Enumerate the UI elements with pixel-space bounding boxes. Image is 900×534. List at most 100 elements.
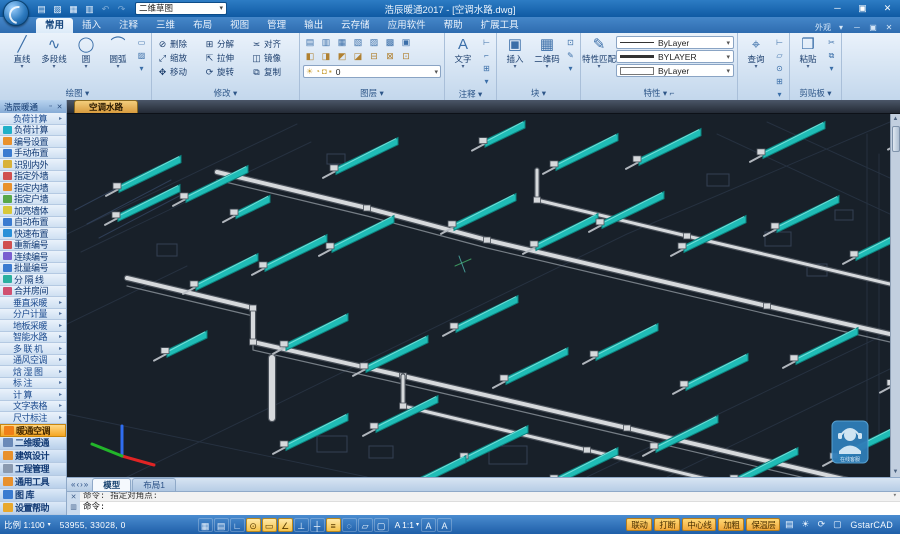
layer-on-icon[interactable]: ◩ <box>335 50 349 63</box>
restore-button[interactable]: ▣ <box>850 1 875 16</box>
paste-special-icon[interactable]: ▾ <box>825 63 838 75</box>
command-expand-icon[interactable]: ▾ <box>893 492 900 501</box>
sync-tray-icon[interactable]: ⟳ <box>814 519 828 530</box>
scrollbar-thumb[interactable] <box>892 126 900 152</box>
ribbon-tab-云存储[interactable]: 云存储 <box>332 18 379 33</box>
paste-icon[interactable]: ❒粘贴▾ <box>793 34 823 70</box>
feature-toggle-加粗[interactable]: 加粗 <box>718 518 744 531</box>
dyn-input-toggle[interactable]: ┼ <box>310 518 325 532</box>
command-input-line[interactable]: 命令: <box>80 501 900 515</box>
area-icon[interactable]: ▱ <box>773 50 786 62</box>
document-tab[interactable]: 空调水路 <box>74 100 138 113</box>
new-file-icon[interactable]: ▤ <box>34 2 49 16</box>
save-icon[interactable]: ▦ <box>66 2 81 16</box>
chevron-down-icon[interactable]: ▾ <box>835 23 847 32</box>
ribbon-tab-输出[interactable]: 输出 <box>295 18 332 33</box>
scroll-up-icon[interactable]: ▲ <box>893 114 899 124</box>
first-tab-icon[interactable]: « <box>71 480 75 489</box>
layer-properties-icon[interactable]: ▤ <box>303 36 317 49</box>
attach-icon[interactable]: ▾ <box>564 63 577 75</box>
fullscreen-tray-icon[interactable]: ▢ <box>830 519 844 530</box>
scale-icon[interactable]: ⤢缩放 <box>155 51 202 65</box>
doc-minimize-icon[interactable]: ─ <box>851 23 863 32</box>
chevron-down-icon[interactable]: ▾ <box>48 521 51 528</box>
layout-tab-布局1[interactable]: 布局1 <box>132 478 176 491</box>
ducs-toggle[interactable]: ⊥ <box>294 518 309 532</box>
last-tab-icon[interactable]: » <box>84 480 88 489</box>
bulb-tray-icon[interactable]: ☀ <box>798 519 812 530</box>
id-point-icon[interactable]: ⊙ <box>773 63 786 75</box>
panel-label-块[interactable]: 块 ▾ <box>500 87 577 100</box>
sidebar-item-建筑设计[interactable]: 建筑设计 <box>0 450 66 463</box>
panel-label-图层[interactable]: 图层 ▾ <box>303 87 441 100</box>
dimension-icon[interactable]: ⊢ <box>480 37 493 49</box>
panel-label-修改[interactable]: 修改 ▾ <box>155 87 296 100</box>
ribbon-tab-注释[interactable]: 注释 <box>110 18 147 33</box>
hatch-icon[interactable]: ▨ <box>135 50 148 62</box>
distance-icon[interactable]: ⊢ <box>773 37 786 49</box>
keyboard-icon[interactable]: ▥ <box>70 503 77 511</box>
appearance-menu[interactable]: 外观 <box>815 22 831 33</box>
edit-block-icon[interactable]: ✎ <box>564 50 577 62</box>
feature-toggle-保温层[interactable]: 保温层 <box>746 518 780 531</box>
layer-match-icon[interactable]: ▣ <box>399 36 413 49</box>
ribbon-tab-插入[interactable]: 插入 <box>73 18 110 33</box>
layer-walk-icon[interactable]: ◧ <box>303 50 317 63</box>
explode-icon[interactable]: ⊞分解 <box>202 37 249 51</box>
table-icon[interactable]: ⊞ <box>480 63 493 75</box>
snap-toggle[interactable]: ▦ <box>198 518 213 532</box>
lineweight-toggle[interactable]: ≡ <box>326 518 341 532</box>
undo-icon[interactable]: ↶ <box>98 2 113 16</box>
rectangle-icon[interactable]: ▭ <box>135 37 148 49</box>
ribbon-tab-应用软件[interactable]: 应用软件 <box>379 18 435 33</box>
command-lines[interactable]: 命令: 指定对角点: 命令: 指定对角点: ▾ 命令: <box>80 492 900 515</box>
next-tab-icon[interactable]: › <box>80 480 83 489</box>
doc-close-icon[interactable]: ✕ <box>883 23 895 32</box>
text-icon[interactable]: A文字▾ <box>448 34 478 70</box>
rotate-icon[interactable]: ⟳旋转 <box>202 65 249 79</box>
panel-label-绘图[interactable]: 绘图 ▾ <box>7 87 148 100</box>
layer-select[interactable]: ☀◔◘▪0▾ <box>303 65 441 78</box>
more-annotate-icon[interactable]: ▾ <box>480 76 493 88</box>
layer-copy-icon[interactable]: ⊡ <box>399 50 413 63</box>
polar-toggle[interactable]: ⊙ <box>246 518 261 532</box>
erase-icon[interactable]: ⊘删除 <box>155 37 202 51</box>
arc-icon[interactable]: ⌒圆弧▾ <box>103 34 133 70</box>
grid-toggle[interactable]: ▤ <box>214 518 229 532</box>
scale-control[interactable]: 比例 1:100 <box>4 519 45 531</box>
layer-merge-icon[interactable]: ◪ <box>351 50 365 63</box>
minimize-button[interactable]: ─ <box>825 1 850 16</box>
plot-tray-icon[interactable]: ▤ <box>782 519 796 530</box>
lineweight-select[interactable]: BYLAYER▾ <box>616 50 734 63</box>
move-icon[interactable]: ✥移动 <box>155 65 202 79</box>
vertical-scrollbar[interactable]: ▲ ▼ <box>890 114 900 477</box>
auto-annotation-icon[interactable]: A <box>437 518 452 532</box>
more-draw-icon[interactable]: ▾ <box>135 63 148 75</box>
workspace-select[interactable]: 二维草图 ▾ <box>135 2 227 15</box>
layer-freeze-icon[interactable]: ▧ <box>351 36 365 49</box>
close-button[interactable]: ✕ <box>875 1 900 16</box>
scroll-down-icon[interactable]: ▼ <box>893 467 899 477</box>
feature-toggle-打断[interactable]: 打断 <box>654 518 680 531</box>
panel-label-特性[interactable]: 特性 ▾ ⌐ <box>584 87 734 100</box>
ribbon-tab-管理[interactable]: 管理 <box>258 18 295 33</box>
linetype-select[interactable]: ByLayer▾ <box>616 36 734 49</box>
cut-icon[interactable]: ✂ <box>825 37 838 49</box>
quick-props-toggle[interactable]: ▱ <box>358 518 373 532</box>
polyline-icon[interactable]: ∿多段线▾ <box>39 34 69 70</box>
panel-label-注释[interactable]: 注释 ▾ <box>448 88 493 100</box>
layer-thaw-icon[interactable]: ◨ <box>319 50 333 63</box>
color-select[interactable]: ByLayer▾ <box>616 64 734 77</box>
more-tools-icon[interactable]: ▾ <box>773 89 786 100</box>
layer-off-icon[interactable]: ▩ <box>383 36 397 49</box>
ribbon-tab-视图[interactable]: 视图 <box>221 18 258 33</box>
sidebar-item-工程管理[interactable]: 工程管理 <box>0 463 66 476</box>
ribbon-tab-常用[interactable]: 常用 <box>36 18 73 33</box>
sidebar-item-尺寸标注[interactable]: 尺寸标注▸ <box>0 412 66 424</box>
sidebar-item-通用工具[interactable]: 通用工具 <box>0 476 66 489</box>
sidebar-item-二维暖通[interactable]: 二维暖通 <box>0 437 66 450</box>
layer-states-icon[interactable]: ▥ <box>319 36 333 49</box>
feature-toggle-中心线[interactable]: 中心线 <box>682 518 716 531</box>
pin-icon[interactable]: ▫ <box>46 103 55 110</box>
stretch-icon[interactable]: ⇱拉伸 <box>202 51 249 65</box>
